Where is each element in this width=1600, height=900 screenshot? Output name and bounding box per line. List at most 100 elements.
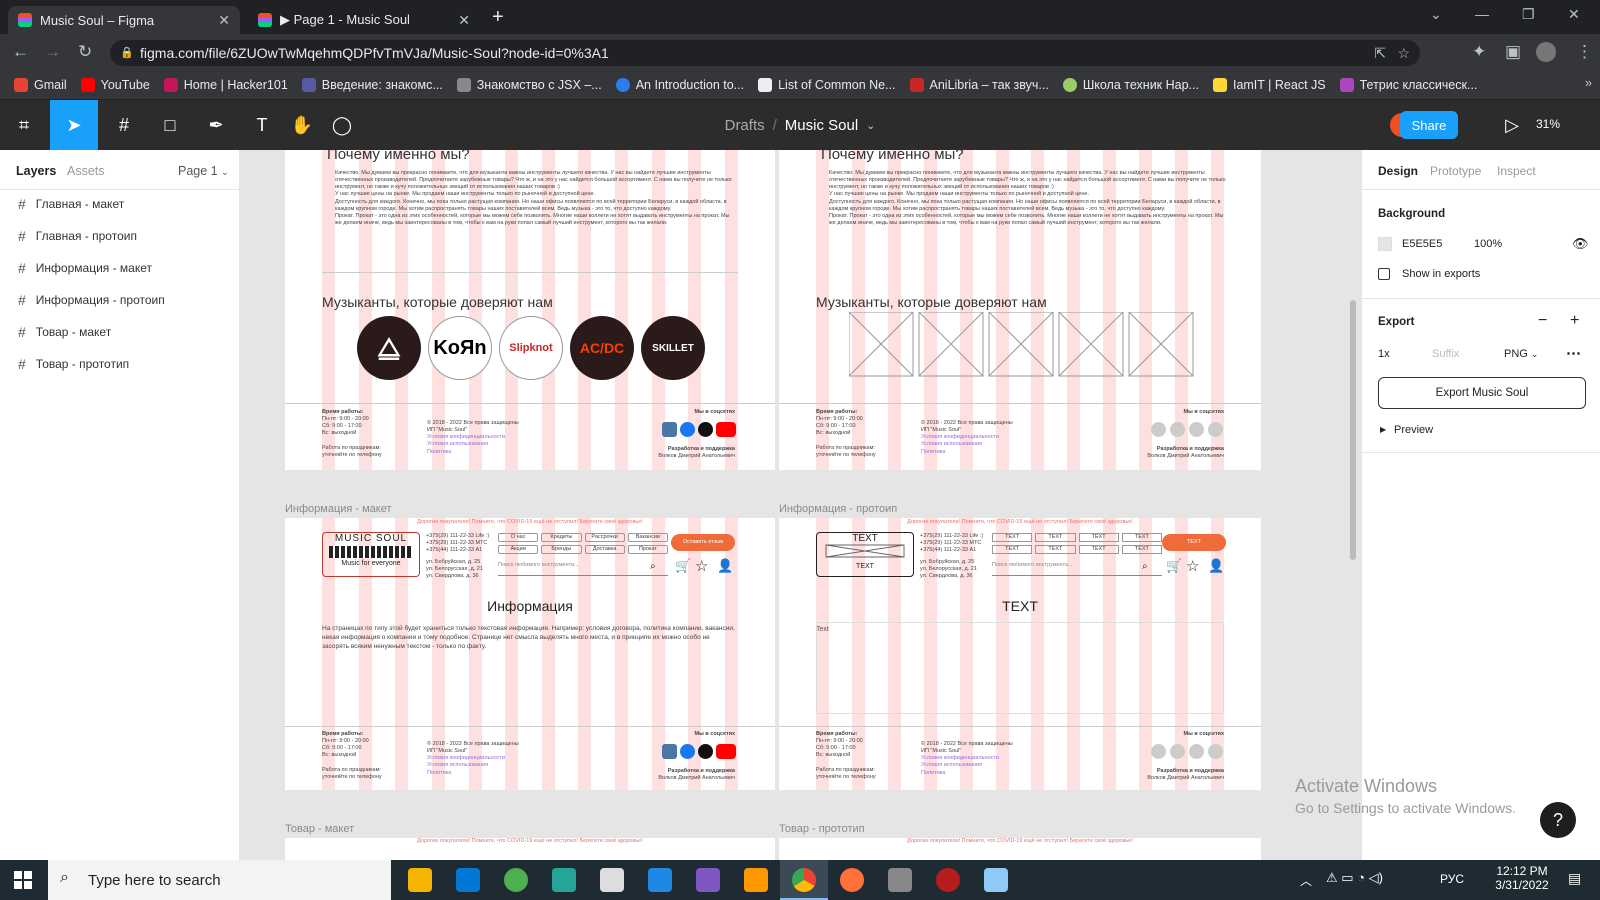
remove-export-icon[interactable]: −	[1538, 312, 1547, 330]
search-input[interactable]: Поиск любимого инструмента...	[498, 562, 668, 576]
app-icon[interactable]	[600, 868, 624, 892]
close-window-icon[interactable]: ✕	[1568, 6, 1580, 23]
nav-item[interactable]: Доставка	[584, 545, 625, 555]
move-tool-icon[interactable]: ➤	[50, 100, 98, 150]
nav-item[interactable]: TEXT	[1035, 545, 1076, 555]
bookmark-hacker101[interactable]: Home | Hacker101	[163, 77, 288, 92]
github-icon[interactable]	[698, 422, 713, 437]
bookmark-intro-en[interactable]: An Introduction to...	[615, 77, 744, 92]
bookmark-jsx[interactable]: Знакомство с JSX –...	[456, 77, 602, 92]
frame-label[interactable]: Товар - прототип	[779, 823, 865, 835]
frame-info-prototype[interactable]: Дорогие покупатели! Помните, что COVID-1…	[779, 518, 1261, 790]
chrome-taskbar-active[interactable]	[780, 860, 828, 900]
browser-menu-icon[interactable]: ⋮	[1576, 42, 1593, 62]
preview-label[interactable]: Preview	[1394, 424, 1433, 436]
vscode-icon[interactable]	[648, 868, 672, 892]
nav-item[interactable]: TEXT	[992, 533, 1033, 543]
nav-item[interactable]: Прокат	[627, 545, 668, 555]
export-button[interactable]: Export Music Soul	[1378, 377, 1586, 409]
background-hex-input[interactable]: E5E5E5	[1402, 238, 1442, 250]
minimize-icon[interactable]: —	[1475, 6, 1489, 22]
frame-label[interactable]: Информация - макет	[285, 503, 392, 515]
text-tool-icon[interactable]: T	[242, 100, 282, 150]
bookmark-school[interactable]: Школа техник Нар...	[1062, 77, 1199, 92]
more-bookmarks-icon[interactable]: »	[1585, 76, 1592, 90]
frame-product-prototype[interactable]: Дорогие покупатели! Помните, что COVID-1…	[779, 838, 1261, 860]
feedback-button[interactable]: TEXT	[1162, 534, 1226, 551]
layer-item[interactable]: # Главная - макет	[18, 196, 124, 212]
more-options-icon[interactable]: ⋯	[1566, 344, 1581, 362]
sublime-icon[interactable]	[744, 868, 768, 892]
close-tab-icon[interactable]: ✕	[458, 12, 470, 29]
terminal-icon[interactable]	[552, 868, 576, 892]
nav-item[interactable]: TEXT	[1121, 533, 1162, 543]
tab-layers[interactable]: Layers	[16, 164, 56, 178]
github-icon[interactable]	[698, 744, 713, 759]
tray-chevron-icon[interactable]: ︿	[1300, 872, 1312, 889]
tab-search-icon[interactable]: ⌄	[1430, 6, 1442, 23]
caret-right-icon[interactable]: ▶	[1380, 425, 1386, 434]
shape-tool-icon[interactable]: □	[150, 100, 190, 150]
layer-item[interactable]: # Товар - прототип	[18, 356, 129, 372]
close-tab-icon[interactable]: ✕	[218, 12, 230, 29]
vk-icon[interactable]	[662, 422, 677, 437]
show-in-exports-checkbox[interactable]	[1378, 268, 1390, 280]
url-input[interactable]: 🔒 figma.com/file/6ZUOwTwMqehmQDPfvTmVJa/…	[110, 40, 1420, 66]
layer-item[interactable]: # Товар - макет	[18, 324, 111, 340]
windows-start-icon[interactable]	[14, 871, 32, 889]
reload-icon[interactable]: ↻	[78, 42, 92, 62]
visual-studio-icon[interactable]	[696, 868, 720, 892]
user-icon[interactable]: 👤	[1208, 558, 1224, 574]
footer-links[interactable]: Условия конфиденциальности Условия испол…	[427, 434, 505, 454]
frame-label[interactable]: Информация - протоип	[779, 503, 897, 515]
nav-item[interactable]: О нас	[498, 533, 539, 543]
user-icon[interactable]: 👤	[717, 558, 733, 574]
facebook-icon[interactable]	[680, 744, 695, 759]
background-opacity-input[interactable]: 100%	[1474, 238, 1502, 250]
bookmark-anilibria[interactable]: AniLibria – так звуч...	[909, 77, 1049, 92]
tray-icons[interactable]: ⚠ ▭ ◔ ◁)	[1326, 870, 1383, 886]
profile-avatar[interactable]	[1536, 42, 1556, 62]
canvas-scrollbar[interactable]	[1350, 300, 1356, 560]
favorite-star-icon[interactable]: ☆	[1186, 557, 1199, 575]
frame-info-mockup[interactable]: Дорогие покупатели! Помните, что COVID-1…	[285, 518, 775, 790]
nav-item[interactable]: Акции	[498, 545, 539, 555]
comment-tool-icon[interactable]: ◯	[322, 100, 362, 150]
youtube-icon[interactable]	[716, 422, 736, 437]
share-page-icon[interactable]: ⇱	[1374, 40, 1386, 66]
eye-icon[interactable]: 👁	[1572, 236, 1589, 252]
search-input[interactable]: Поиск любимого инструмента...	[992, 562, 1162, 576]
file-explorer-icon[interactable]	[408, 868, 432, 892]
notifications-icon[interactable]: ▤	[1568, 870, 1581, 887]
help-button[interactable]: ?	[1540, 802, 1576, 838]
tab-prototype[interactable]: Prototype	[1430, 164, 1481, 178]
forward-icon[interactable]: →	[44, 42, 61, 62]
nav-item[interactable]: Вакансии	[627, 533, 668, 543]
nav-item[interactable]: Кредиты	[541, 533, 582, 543]
app-icon[interactable]	[984, 868, 1008, 892]
utorrent-icon[interactable]	[504, 868, 528, 892]
tab-page1[interactable]: ▶ Page 1 - Music Soul ✕	[248, 6, 480, 34]
vk-icon[interactable]	[662, 744, 677, 759]
nav-item[interactable]: TEXT	[1035, 533, 1076, 543]
export-format-select[interactable]: PNG ⌄	[1504, 348, 1538, 360]
store-icon[interactable]	[456, 868, 480, 892]
tab-inspect[interactable]: Inspect	[1497, 164, 1536, 178]
figma-menu-icon[interactable]: ⌗	[4, 100, 44, 150]
feedback-button[interactable]: Оставить отзыв	[671, 534, 735, 551]
cart-icon[interactable]: 🛒	[1166, 558, 1182, 574]
bookmark-tetris[interactable]: Тетрис классическ...	[1339, 77, 1477, 92]
layer-item[interactable]: # Информация - протоип	[18, 292, 165, 308]
nav-item[interactable]: TEXT	[1121, 545, 1162, 555]
export-suffix-input[interactable]: Suffix	[1432, 348, 1459, 360]
extensions-icon[interactable]: ✦	[1472, 42, 1486, 62]
frame-label[interactable]: Товар - макет	[285, 823, 354, 835]
logo[interactable]: MUSIC SOUL Music for everyone	[322, 532, 420, 577]
app-icon[interactable]	[888, 868, 912, 892]
language-indicator[interactable]: РУС	[1440, 872, 1464, 886]
logo-placeholder[interactable]: TEXT TEXT	[816, 532, 914, 577]
sidepanel-icon[interactable]: ▣	[1505, 42, 1521, 62]
bookmark-star-icon[interactable]: ☆	[1397, 40, 1410, 66]
frame-tool-icon[interactable]: #	[104, 100, 144, 150]
search-icon[interactable]: ⌕	[1142, 561, 1148, 572]
